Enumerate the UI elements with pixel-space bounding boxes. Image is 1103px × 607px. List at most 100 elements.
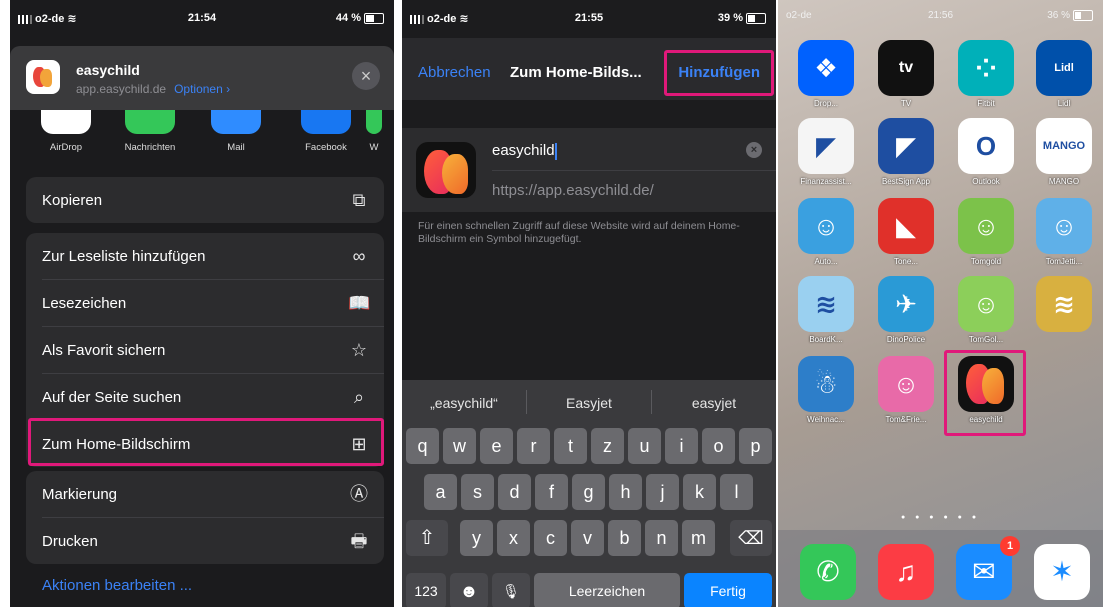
key-g[interactable]: g [572, 474, 605, 510]
key-p[interactable]: p [739, 428, 772, 464]
easychild-app-icon [416, 142, 476, 198]
key-h[interactable]: h [609, 474, 642, 510]
backspace-key[interactable]: ⌫ [730, 520, 772, 556]
action-label: Markierung [42, 486, 118, 503]
key-c[interactable]: c [534, 520, 567, 556]
app-icon-outlook[interactable]: O [958, 118, 1014, 174]
app-label: MANGO [1048, 177, 1080, 186]
app-icon-finanzassist-[interactable]: ◤ [798, 118, 854, 174]
app-icon-tomgold[interactable]: ☺ [958, 198, 1014, 254]
action-add-reading-list[interactable]: Zur Leseliste hinzufügen ∞ [26, 233, 384, 279]
key-r[interactable]: r [517, 428, 550, 464]
dock: ✆ ♫ ✉ 1 ✶ [778, 530, 1103, 607]
key-s[interactable]: s [461, 474, 494, 510]
app-icon-tv[interactable]: tv [878, 40, 934, 96]
key-k[interactable]: k [683, 474, 716, 510]
airdrop-icon [41, 110, 91, 134]
app-icon-bestsign-app[interactable]: ◤ [878, 118, 934, 174]
app-label: TomJetti... [1045, 257, 1083, 266]
easychild-app-icon [26, 60, 60, 94]
chevron-right-icon: › [226, 82, 231, 96]
app-icon-fitbit[interactable]: ⁘ [958, 40, 1014, 96]
space-key[interactable]: Leerzeichen [534, 573, 680, 607]
edit-actions-link[interactable]: Aktionen bearbeiten ... [42, 577, 192, 594]
share-target-label: Facebook [305, 142, 347, 153]
key-y[interactable]: y [460, 520, 493, 556]
options-link[interactable]: Optionen › [174, 82, 230, 96]
share-target-whatsapp[interactable]: W [354, 110, 394, 153]
music-icon[interactable]: ♫ [878, 544, 934, 600]
key-e[interactable]: e [480, 428, 513, 464]
action-label: Lesezeichen [42, 295, 127, 312]
suggestion-bar: „easychild“ Easyjet easyjet [402, 380, 776, 424]
battery-icon [746, 12, 766, 24]
share-target-airdrop[interactable]: AirDrop [26, 110, 106, 153]
app-icon-dinopolice[interactable]: ✈ [878, 276, 934, 332]
key-i[interactable]: i [665, 428, 698, 464]
key-w[interactable]: w [443, 428, 476, 464]
app-icon-auto-[interactable]: ☺ [798, 198, 854, 254]
key-q[interactable]: q [406, 428, 439, 464]
suggestion-item[interactable]: „easychild“ [402, 395, 526, 411]
phone-icon[interactable]: ✆ [800, 544, 856, 600]
app-icon-weihnac-[interactable]: ☃ [798, 356, 854, 412]
key-o[interactable]: o [702, 428, 735, 464]
action-label: Als Favorit sichern [42, 342, 166, 359]
action-add-favorite[interactable]: Als Favorit sichern ☆ [26, 327, 384, 373]
share-target-label: W [369, 142, 379, 153]
key-z[interactable]: z [591, 428, 624, 464]
app-icon-app[interactable]: ≋ [1036, 276, 1092, 332]
action-print[interactable]: Drucken 🖶 [26, 518, 384, 564]
star-icon: ☆ [350, 340, 368, 360]
app-icon-tomgol-[interactable]: ☺ [958, 276, 1014, 332]
safari-icon[interactable]: ✶ [1034, 544, 1090, 600]
key-f[interactable]: f [535, 474, 568, 510]
app-icon-tone-[interactable]: ◣ [878, 198, 934, 254]
share-target-mail[interactable]: Mail [196, 110, 276, 153]
close-icon[interactable]: × [352, 62, 380, 90]
home-screen: o2-de 21:56 36 % ❖ Drop... tv TV ⁘ Fitbit Lidl… [778, 0, 1103, 607]
numbers-key[interactable]: 123 [406, 573, 446, 607]
app-icon-drop-[interactable]: ❖ [798, 40, 854, 96]
action-bookmark[interactable]: Lesezeichen 📖 [26, 280, 384, 326]
share-target-messages[interactable]: Nachrichten [110, 110, 190, 153]
share-target-label: Nachrichten [124, 142, 176, 153]
key-l[interactable]: l [720, 474, 753, 510]
key-x[interactable]: x [497, 520, 530, 556]
microphone-icon[interactable]: 🎙 [492, 573, 530, 607]
key-d[interactable]: d [498, 474, 531, 510]
done-key[interactable]: Fertig [684, 573, 772, 607]
shift-key[interactable]: ⇧ [406, 520, 448, 556]
key-a[interactable]: a [424, 474, 457, 510]
app-label: Tom&Frie... [885, 415, 927, 424]
app-label: Fitbit [977, 99, 995, 108]
key-n[interactable]: n [645, 520, 678, 556]
app-icon-lidl[interactable]: Lidl [1036, 40, 1092, 96]
key-u[interactable]: u [628, 428, 661, 464]
suggestion-item[interactable]: easyjet [652, 395, 776, 411]
name-field[interactable]: easychild [492, 142, 557, 160]
app-label: Weihnac... [807, 415, 845, 424]
app-icon-tomjetti-[interactable]: ☺ [1036, 198, 1092, 254]
key-j[interactable]: j [646, 474, 679, 510]
add-to-home-screen: o2-de ≋ 21:55 39 % Abbrechen Zum Home-Bi… [402, 0, 776, 607]
app-icon-boardk-[interactable]: ≋ [798, 276, 854, 332]
page-dots[interactable]: ● ● ● ● ● ● [778, 514, 1103, 521]
share-target-label: AirDrop [49, 142, 83, 153]
suggestion-item[interactable]: Easyjet [527, 395, 651, 411]
app-icon-tom-frie-[interactable]: ☺ [878, 356, 934, 412]
key-b[interactable]: b [608, 520, 641, 556]
printer-icon: 🖶 [350, 531, 368, 551]
cancel-button[interactable]: Abbrechen [418, 64, 491, 81]
key-m[interactable]: m [682, 520, 715, 556]
action-find-on-page[interactable]: Auf der Seite suchen ⌕ [26, 374, 384, 420]
app-icon-mango[interactable]: MANGO [1036, 118, 1092, 174]
key-v[interactable]: v [571, 520, 604, 556]
clear-text-icon[interactable]: × [746, 142, 762, 158]
battery-percent: 39 % [717, 12, 743, 24]
action-markup[interactable]: Markierung Ⓐ [26, 471, 384, 517]
emoji-key[interactable]: ☻ [450, 573, 488, 607]
copy-action[interactable]: Kopieren ⧉ [26, 177, 384, 223]
share-title: easychild [76, 62, 140, 78]
key-t[interactable]: t [554, 428, 587, 464]
